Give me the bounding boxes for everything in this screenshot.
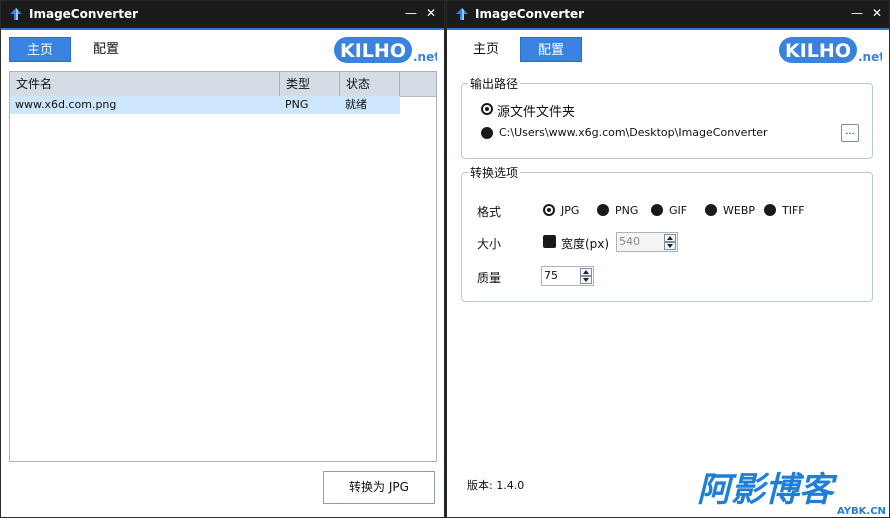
- window-title: ImageConverter: [475, 7, 585, 21]
- width-spinner[interactable]: 540: [616, 232, 678, 252]
- format-tiff-label[interactable]: TIFF: [782, 204, 805, 217]
- group-title: 转换选项: [468, 164, 521, 181]
- radio-format-gif[interactable]: [651, 204, 663, 216]
- accent-line: [447, 28, 889, 30]
- column-header-status[interactable]: 状态: [340, 72, 400, 96]
- width-checkbox[interactable]: [543, 235, 556, 248]
- tab-home[interactable]: 主页: [9, 37, 71, 62]
- left-window: ImageConverter — ✕ 主页 配置 KILHO .net 文件名 …: [0, 0, 445, 518]
- format-label: 格式: [477, 205, 502, 219]
- convert-options-group: 转换选项 格式 JPG PNG GIF WEBP TIFF 大小 宽度(px) …: [461, 164, 873, 302]
- custom-path-text: C:\Users\www.x6g.com\Desktop\ImageConver…: [499, 126, 768, 139]
- up-arrow-icon: [456, 8, 468, 20]
- convert-button[interactable]: 转换为 JPG: [323, 471, 435, 504]
- cell-filename: www.x6d.com.png: [15, 98, 117, 111]
- table-row[interactable]: www.x6d.com.png PNG 就绪: [10, 96, 400, 114]
- cell-status: 就绪: [345, 98, 367, 111]
- watermark-sub: AYBK.CN: [837, 506, 886, 517]
- radio-format-png[interactable]: [597, 204, 609, 216]
- close-icon[interactable]: ✕: [423, 5, 439, 21]
- tab-config[interactable]: 配置: [75, 37, 137, 62]
- minimize-icon[interactable]: —: [403, 5, 419, 21]
- watermark-logo: 阿影博客 AYBK.CN: [697, 470, 886, 517]
- column-header-filename[interactable]: 文件名: [10, 72, 280, 96]
- version-text: 版本: 1.4.0: [467, 479, 525, 492]
- format-gif-label[interactable]: GIF: [669, 204, 687, 217]
- tab-config[interactable]: 配置: [520, 37, 582, 62]
- kilho-logo: KILHO .net: [779, 37, 882, 64]
- right-window: ImageConverter — ✕ 主页 配置 KILHO .net 输出路径…: [446, 0, 890, 518]
- format-jpg-label[interactable]: JPG: [561, 204, 579, 217]
- tab-home[interactable]: 主页: [455, 37, 517, 62]
- file-table[interactable]: 文件名 类型 状态 www.x6d.com.png PNG 就绪: [9, 71, 437, 462]
- close-icon[interactable]: ✕: [869, 5, 885, 21]
- kilho-logo: KILHO .net: [334, 37, 437, 64]
- quality-spinner[interactable]: 75: [541, 266, 594, 286]
- output-path-group: 输出路径 源文件文件夹 C:\Users\www.x6g.com\Desktop…: [461, 75, 873, 159]
- format-webp-label[interactable]: WEBP: [723, 204, 755, 217]
- column-header-type[interactable]: 类型: [280, 72, 340, 96]
- title-bar[interactable]: ImageConverter — ✕: [1, 1, 444, 28]
- radio-source-folder[interactable]: [481, 103, 493, 115]
- browse-button[interactable]: ...: [841, 124, 859, 142]
- spin-up-icon[interactable]: [580, 268, 592, 276]
- spin-down-icon[interactable]: [664, 242, 676, 250]
- radio-custom-path[interactable]: [481, 127, 493, 139]
- radio-format-webp[interactable]: [705, 204, 717, 216]
- table-header: 文件名 类型 状态: [10, 72, 436, 97]
- width-value: 540: [619, 235, 640, 248]
- window-title: ImageConverter: [29, 7, 139, 21]
- radio-format-tiff[interactable]: [764, 204, 776, 216]
- logo-suffix: .net: [858, 50, 882, 64]
- width-checkbox-label[interactable]: 宽度(px): [561, 235, 609, 252]
- logo-text: KILHO: [340, 40, 406, 62]
- spin-down-icon[interactable]: [580, 276, 592, 284]
- up-arrow-icon: [10, 8, 22, 20]
- group-title: 输出路径: [468, 75, 521, 92]
- quality-value: 75: [544, 269, 558, 282]
- radio-format-jpg[interactable]: [543, 204, 555, 216]
- spin-up-icon[interactable]: [664, 234, 676, 242]
- radio-source-folder-label[interactable]: 源文件文件夹: [497, 101, 575, 120]
- quality-label: 质量: [477, 271, 502, 285]
- logo-text: KILHO: [785, 40, 851, 62]
- watermark-main: 阿影博客: [697, 470, 838, 510]
- size-label: 大小: [477, 237, 502, 251]
- minimize-icon[interactable]: —: [849, 5, 865, 21]
- cell-type: PNG: [285, 98, 309, 111]
- title-bar[interactable]: ImageConverter — ✕: [447, 1, 889, 28]
- accent-line: [1, 28, 444, 30]
- format-png-label[interactable]: PNG: [615, 204, 638, 217]
- logo-suffix: .net: [413, 50, 437, 64]
